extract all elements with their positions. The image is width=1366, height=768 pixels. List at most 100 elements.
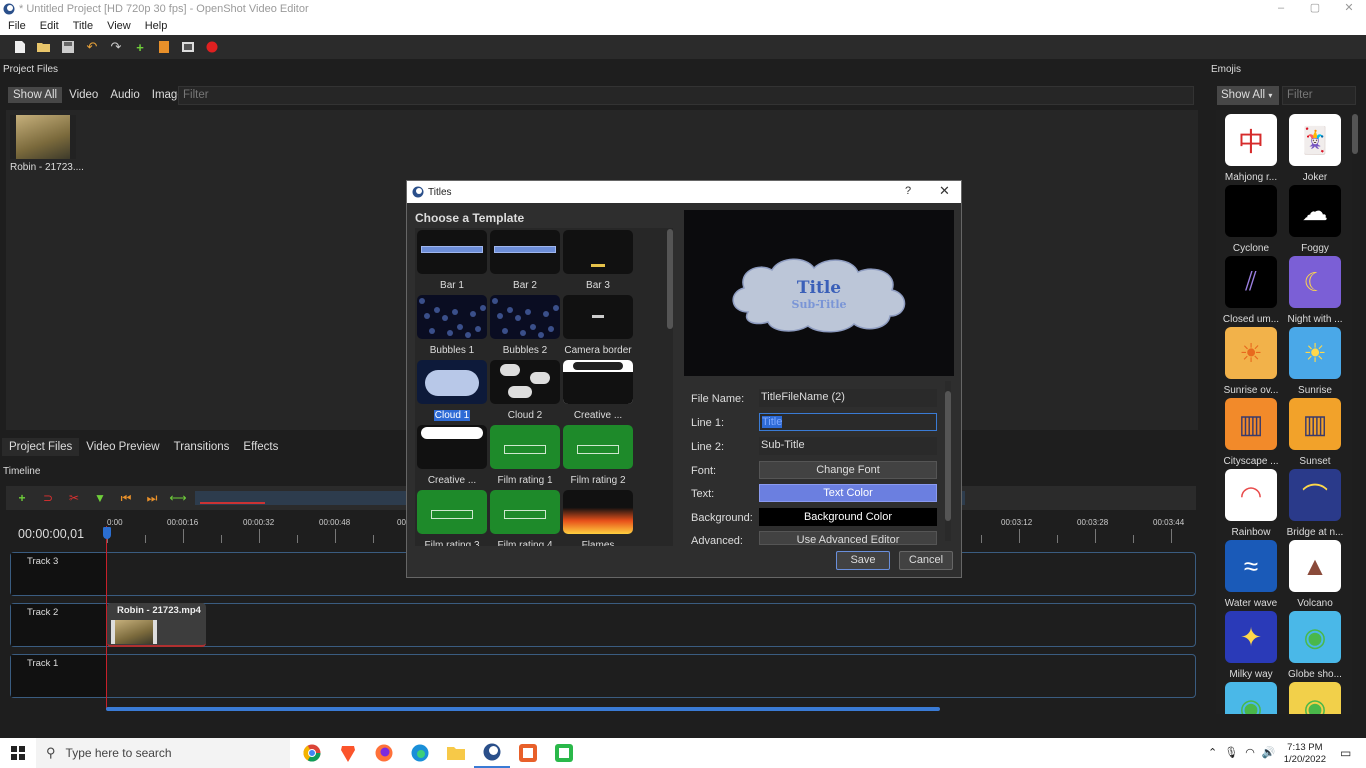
- volume-icon[interactable]: 🔊: [1262, 746, 1276, 759]
- emoji-item[interactable]: Cyclone: [1220, 185, 1282, 254]
- track-header[interactable]: Track 1: [11, 655, 107, 697]
- save-button[interactable]: Save: [836, 551, 890, 570]
- menu-edit[interactable]: Edit: [32, 20, 65, 32]
- emoji-item[interactable]: ⫽ Closed um...: [1220, 256, 1282, 325]
- filter-show-all[interactable]: Show All: [8, 87, 63, 103]
- text-color-button[interactable]: Text Color: [759, 484, 937, 502]
- template-item[interactable]: Flames: [563, 490, 633, 546]
- emoji-item[interactable]: ◉ Globe sho...: [1284, 611, 1346, 680]
- taskbar-clock[interactable]: 7:13 PM 1/20/2022: [1284, 742, 1326, 766]
- add-marker-icon[interactable]: ▼: [92, 490, 108, 506]
- emoji-item[interactable]: ≈ Water wave: [1220, 540, 1282, 609]
- emoji-item[interactable]: ☀ Sunrise ov...: [1220, 327, 1282, 396]
- firefox-icon[interactable]: [366, 738, 402, 768]
- emoji-item[interactable]: ◉: [1284, 682, 1346, 714]
- dialog-close-button[interactable]: ✕: [939, 183, 950, 199]
- redo-icon[interactable]: ↷: [108, 39, 124, 55]
- playhead-line[interactable]: [106, 526, 107, 709]
- timeline-horizontal-scrollbar[interactable]: [106, 707, 940, 711]
- template-item[interactable]: Bar 3: [563, 230, 633, 291]
- open-project-icon[interactable]: [36, 39, 52, 55]
- snap-icon[interactable]: ⊃: [40, 490, 56, 506]
- playhead-handle[interactable]: [103, 527, 111, 539]
- form-scrollbar[interactable]: [945, 381, 951, 541]
- emoji-item[interactable]: ◠ Rainbow: [1220, 469, 1282, 538]
- project-files-filter-input[interactable]: Filter: [178, 86, 1194, 105]
- wifi-icon[interactable]: ◠: [1245, 746, 1255, 759]
- cancel-button[interactable]: Cancel: [899, 551, 953, 570]
- advanced-editor-button[interactable]: Use Advanced Editor: [759, 531, 937, 545]
- chrome-icon[interactable]: [294, 738, 330, 768]
- brave-icon[interactable]: [330, 738, 366, 768]
- tab-effects[interactable]: Effects: [236, 438, 285, 456]
- maximize-button[interactable]: ▢: [1298, 0, 1332, 17]
- close-button[interactable]: ✕: [1332, 0, 1366, 17]
- template-item[interactable]: Creative ...: [563, 360, 633, 421]
- emoji-item[interactable]: ▲ Volcano: [1284, 540, 1346, 609]
- start-button[interactable]: [0, 746, 36, 760]
- template-item[interactable]: Film rating 1: [490, 425, 560, 486]
- form-scrollbar-thumb[interactable]: [945, 391, 951, 521]
- tab-video-preview[interactable]: Video Preview: [79, 438, 166, 456]
- template-scrollbar[interactable]: [667, 229, 673, 329]
- minimize-button[interactable]: –: [1264, 0, 1298, 17]
- template-item[interactable]: Bubbles 2: [490, 295, 560, 356]
- undo-icon[interactable]: ↶: [84, 39, 100, 55]
- edge-icon[interactable]: [402, 738, 438, 768]
- app-green-icon[interactable]: [546, 738, 582, 768]
- change-font-button[interactable]: Change Font: [759, 461, 937, 479]
- export-video-icon[interactable]: [204, 39, 220, 55]
- filter-audio[interactable]: Audio: [105, 87, 144, 103]
- track-header[interactable]: Track 3: [11, 553, 107, 595]
- notification-icon[interactable]: ▭: [1340, 746, 1351, 760]
- microphone-icon[interactable]: 🎙: [1224, 746, 1238, 759]
- project-file-thumbnail[interactable]: [10, 115, 76, 159]
- filter-video[interactable]: Video: [64, 87, 103, 103]
- template-item[interactable]: Film rating 4: [490, 490, 560, 546]
- track-row[interactable]: Track 1: [10, 654, 1196, 698]
- menu-view[interactable]: View: [99, 20, 137, 32]
- template-item[interactable]: Cloud 1: [417, 360, 487, 421]
- emoji-item[interactable]: 🃏 Joker: [1284, 114, 1346, 183]
- emoji-item[interactable]: ◉: [1220, 682, 1282, 714]
- template-item[interactable]: Bubbles 1: [417, 295, 487, 356]
- taskbar-search[interactable]: ⚲ Type here to search: [36, 738, 290, 768]
- fullscreen-icon[interactable]: [180, 39, 196, 55]
- template-item[interactable]: Bar 2: [490, 230, 560, 291]
- emoji-item[interactable]: ☀ Sunrise: [1284, 327, 1346, 396]
- razor-icon[interactable]: ✂: [66, 490, 82, 506]
- menu-help[interactable]: Help: [137, 20, 174, 32]
- template-item[interactable]: Creative ...: [417, 425, 487, 486]
- emoji-item[interactable]: ☾ Night with ...: [1284, 256, 1346, 325]
- emoji-filter-input[interactable]: Filter: [1282, 86, 1356, 105]
- timeline-clip[interactable]: Robin - 21723.mp4: [107, 603, 206, 647]
- template-item[interactable]: Camera border: [563, 295, 633, 356]
- template-item[interactable]: Film rating 2: [563, 425, 633, 486]
- tray-chevron-up-icon[interactable]: ⌃: [1208, 746, 1217, 759]
- emoji-item[interactable]: 中 Mahjong r...: [1220, 114, 1282, 183]
- track-header[interactable]: Track 2: [11, 604, 107, 646]
- template-item[interactable]: Cloud 2: [490, 360, 560, 421]
- file-explorer-icon[interactable]: [438, 738, 474, 768]
- tab-project-files[interactable]: Project Files: [2, 438, 80, 456]
- menu-file[interactable]: File: [0, 20, 32, 32]
- emoji-scrollbar[interactable]: [1352, 114, 1358, 154]
- menu-title[interactable]: Title: [65, 20, 99, 32]
- new-project-icon[interactable]: [12, 39, 28, 55]
- previous-marker-icon[interactable]: ⏮: [118, 490, 134, 506]
- emoji-item[interactable]: ☁ Foggy: [1284, 185, 1346, 254]
- file-name-input[interactable]: TitleFileName (2): [759, 389, 937, 407]
- emoji-show-all-dropdown[interactable]: Show All ▾: [1217, 86, 1279, 105]
- background-color-button[interactable]: Background Color: [759, 508, 937, 526]
- dialog-help-button[interactable]: ?: [905, 185, 911, 197]
- add-track-icon[interactable]: +: [14, 490, 30, 506]
- line1-input[interactable]: Title: [759, 413, 937, 431]
- center-timeline-icon[interactable]: ⟷: [169, 490, 186, 506]
- emoji-item[interactable]: ⌒ Bridge at n...: [1284, 469, 1346, 538]
- save-project-icon[interactable]: [60, 39, 76, 55]
- choose-profile-icon[interactable]: [156, 39, 172, 55]
- app-orange-icon[interactable]: [510, 738, 546, 768]
- tab-transitions[interactable]: Transitions: [167, 438, 237, 456]
- openshot-taskbar-icon[interactable]: [474, 738, 510, 768]
- emoji-item[interactable]: ✦ Milky way: [1220, 611, 1282, 680]
